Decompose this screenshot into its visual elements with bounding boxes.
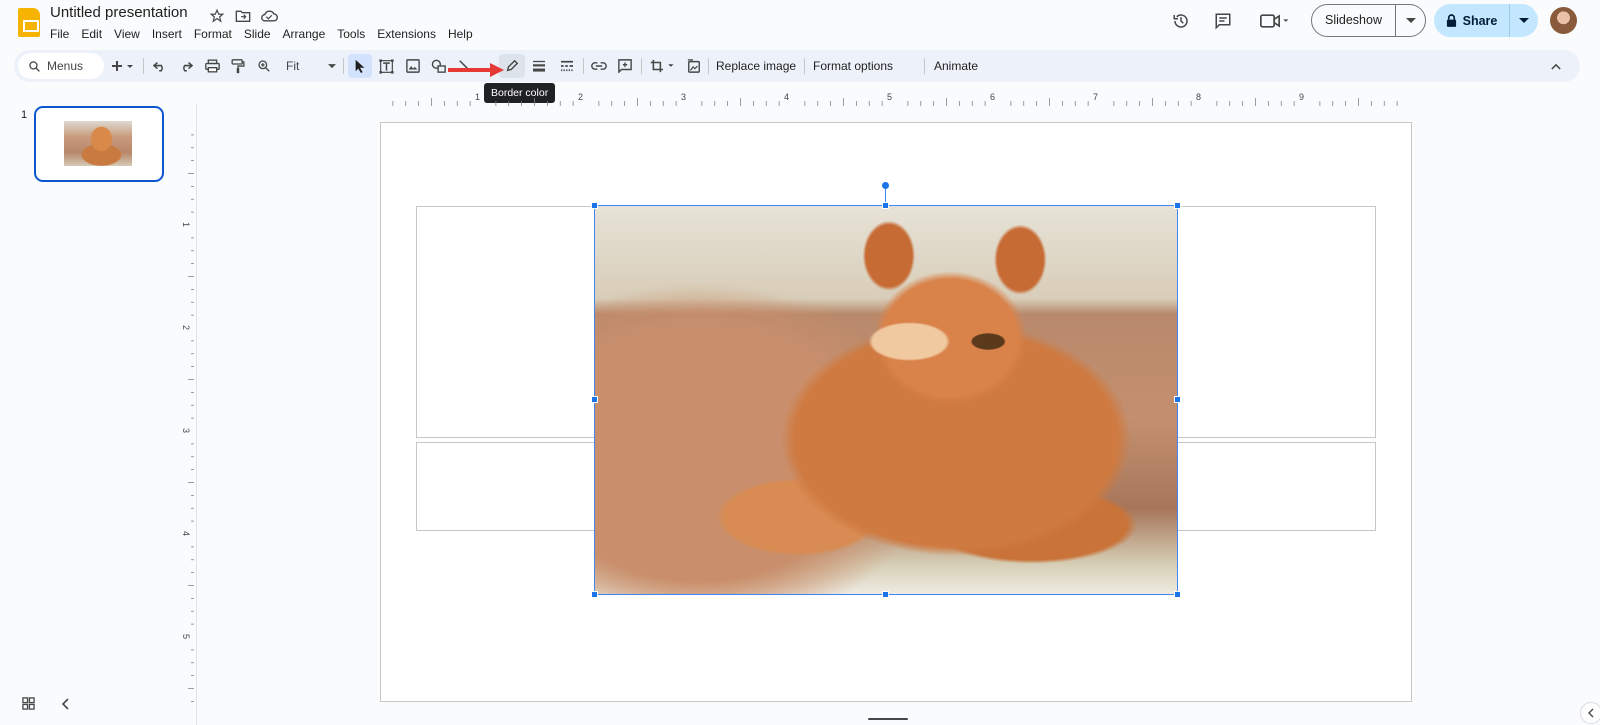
divider — [708, 58, 709, 74]
toolbar: Menus Fit Replace image Format options A… — [14, 50, 1580, 82]
divider — [583, 58, 584, 74]
rotate-handle[interactable] — [882, 182, 889, 189]
add-comment-icon[interactable] — [613, 54, 637, 78]
text-box-icon[interactable] — [374, 54, 398, 78]
slide-number: 1 — [21, 109, 28, 121]
ruler-label: 2 — [578, 93, 583, 102]
ruler-label: 3 — [681, 93, 686, 102]
title-icons — [206, 6, 280, 26]
top-bar: Untitled presentation File Edit View Ins… — [0, 0, 1600, 46]
resize-handle-e[interactable] — [1174, 396, 1181, 403]
expand-side-panel-icon[interactable] — [1580, 702, 1600, 724]
menu-edit[interactable]: Edit — [75, 26, 108, 42]
ruler-label: 2 — [181, 325, 191, 330]
share-label: Share — [1462, 13, 1498, 28]
selection-border — [594, 205, 1178, 595]
replace-image-button[interactable]: Replace image — [712, 54, 800, 78]
divider — [343, 58, 344, 74]
ruler-label: 6 — [990, 93, 995, 102]
menu-view[interactable]: View — [108, 26, 146, 42]
divider — [924, 58, 925, 74]
redo-icon[interactable] — [175, 54, 197, 78]
slide-thumbnail[interactable] — [34, 106, 164, 182]
document-title[interactable]: Untitled presentation — [50, 4, 188, 21]
resize-handle-se[interactable] — [1174, 591, 1181, 598]
slideshow-dropdown-icon[interactable] — [1396, 17, 1425, 24]
animate-button[interactable]: Animate — [930, 54, 982, 78]
grid-view-icon[interactable] — [22, 697, 35, 715]
menu-arrange[interactable]: Arrange — [277, 26, 332, 42]
paint-format-icon[interactable] — [227, 54, 249, 78]
ruler-label: 1 — [475, 93, 480, 102]
slideshow-group: Slideshow — [1311, 4, 1426, 37]
chevron-down-icon — [328, 63, 336, 68]
ruler-label: 1 — [181, 222, 191, 227]
zoom-value: Fit — [286, 59, 300, 73]
ruler-label: 7 — [1093, 93, 1098, 102]
star-icon[interactable] — [206, 6, 228, 26]
zoom-select[interactable]: Fit — [280, 54, 336, 78]
border-weight-icon[interactable] — [527, 54, 551, 78]
resize-handle-s[interactable] — [882, 591, 889, 598]
thumbnail-cat-image — [64, 121, 132, 166]
cloud-saved-icon[interactable] — [258, 6, 280, 26]
menu-insert[interactable]: Insert — [146, 26, 188, 42]
slides-logo-icon[interactable] — [18, 8, 40, 37]
border-dash-icon[interactable] — [555, 54, 579, 78]
ruler-label: 5 — [887, 93, 892, 102]
share-dropdown-icon[interactable] — [1510, 17, 1538, 24]
speaker-notes-grip[interactable] — [868, 718, 908, 720]
account-avatar[interactable] — [1550, 7, 1577, 34]
menu-tools[interactable]: Tools — [331, 26, 371, 42]
divider — [641, 58, 642, 74]
comments-icon[interactable] — [1208, 8, 1238, 34]
crop-icon[interactable] — [645, 54, 681, 78]
slideshow-button[interactable]: Slideshow — [1312, 5, 1396, 36]
menu-help[interactable]: Help — [442, 26, 479, 42]
resize-handle-nw[interactable] — [591, 202, 598, 209]
ruler-label: 9 — [1299, 93, 1304, 102]
insert-image-icon[interactable] — [401, 54, 425, 78]
menu-file[interactable]: File — [44, 26, 75, 42]
move-folder-icon[interactable] — [232, 6, 254, 26]
reset-image-icon[interactable] — [683, 54, 705, 78]
ruler-label: 5 — [181, 634, 191, 639]
share-group: Share — [1434, 4, 1538, 37]
select-tool-icon[interactable] — [348, 54, 372, 78]
version-history-icon[interactable] — [1166, 8, 1196, 34]
collapse-toolbar-icon[interactable] — [1546, 56, 1566, 76]
ruler-label: 4 — [784, 93, 789, 102]
share-button[interactable]: Share — [1434, 4, 1510, 37]
menu-slide[interactable]: Slide — [238, 26, 277, 42]
resize-handle-n[interactable] — [882, 202, 889, 209]
divider — [804, 58, 805, 74]
ruler-label: 3 — [181, 428, 191, 433]
resize-handle-w[interactable] — [591, 396, 598, 403]
resize-handle-ne[interactable] — [1174, 202, 1181, 209]
new-slide-icon[interactable] — [108, 54, 138, 78]
format-options-button[interactable]: Format options — [809, 54, 897, 78]
search-icon — [29, 60, 40, 72]
print-icon[interactable] — [201, 54, 223, 78]
zoom-icon[interactable] — [253, 54, 275, 78]
ruler-label: 4 — [181, 531, 191, 536]
top-ruler: 1 2 3 4 5 6 7 8 9 — [392, 93, 1398, 106]
menu-extensions[interactable]: Extensions — [371, 26, 442, 42]
menu-bar: File Edit View Insert Format Slide Arran… — [44, 26, 479, 42]
menus-search[interactable]: Menus — [18, 53, 104, 79]
undo-icon[interactable] — [149, 54, 171, 78]
menu-format[interactable]: Format — [188, 26, 238, 42]
collapse-filmstrip-icon[interactable] — [61, 697, 70, 715]
meet-video-icon[interactable] — [1254, 8, 1296, 34]
divider — [143, 58, 144, 74]
ruler-label: 8 — [1196, 93, 1201, 102]
resize-handle-sw[interactable] — [591, 591, 598, 598]
menus-search-placeholder: Menus — [47, 59, 84, 73]
lock-icon — [1446, 14, 1456, 27]
annotation-arrow-icon — [448, 63, 504, 77]
insert-link-icon[interactable] — [587, 54, 611, 78]
left-ruler: 1 2 3 4 5 — [181, 134, 194, 702]
